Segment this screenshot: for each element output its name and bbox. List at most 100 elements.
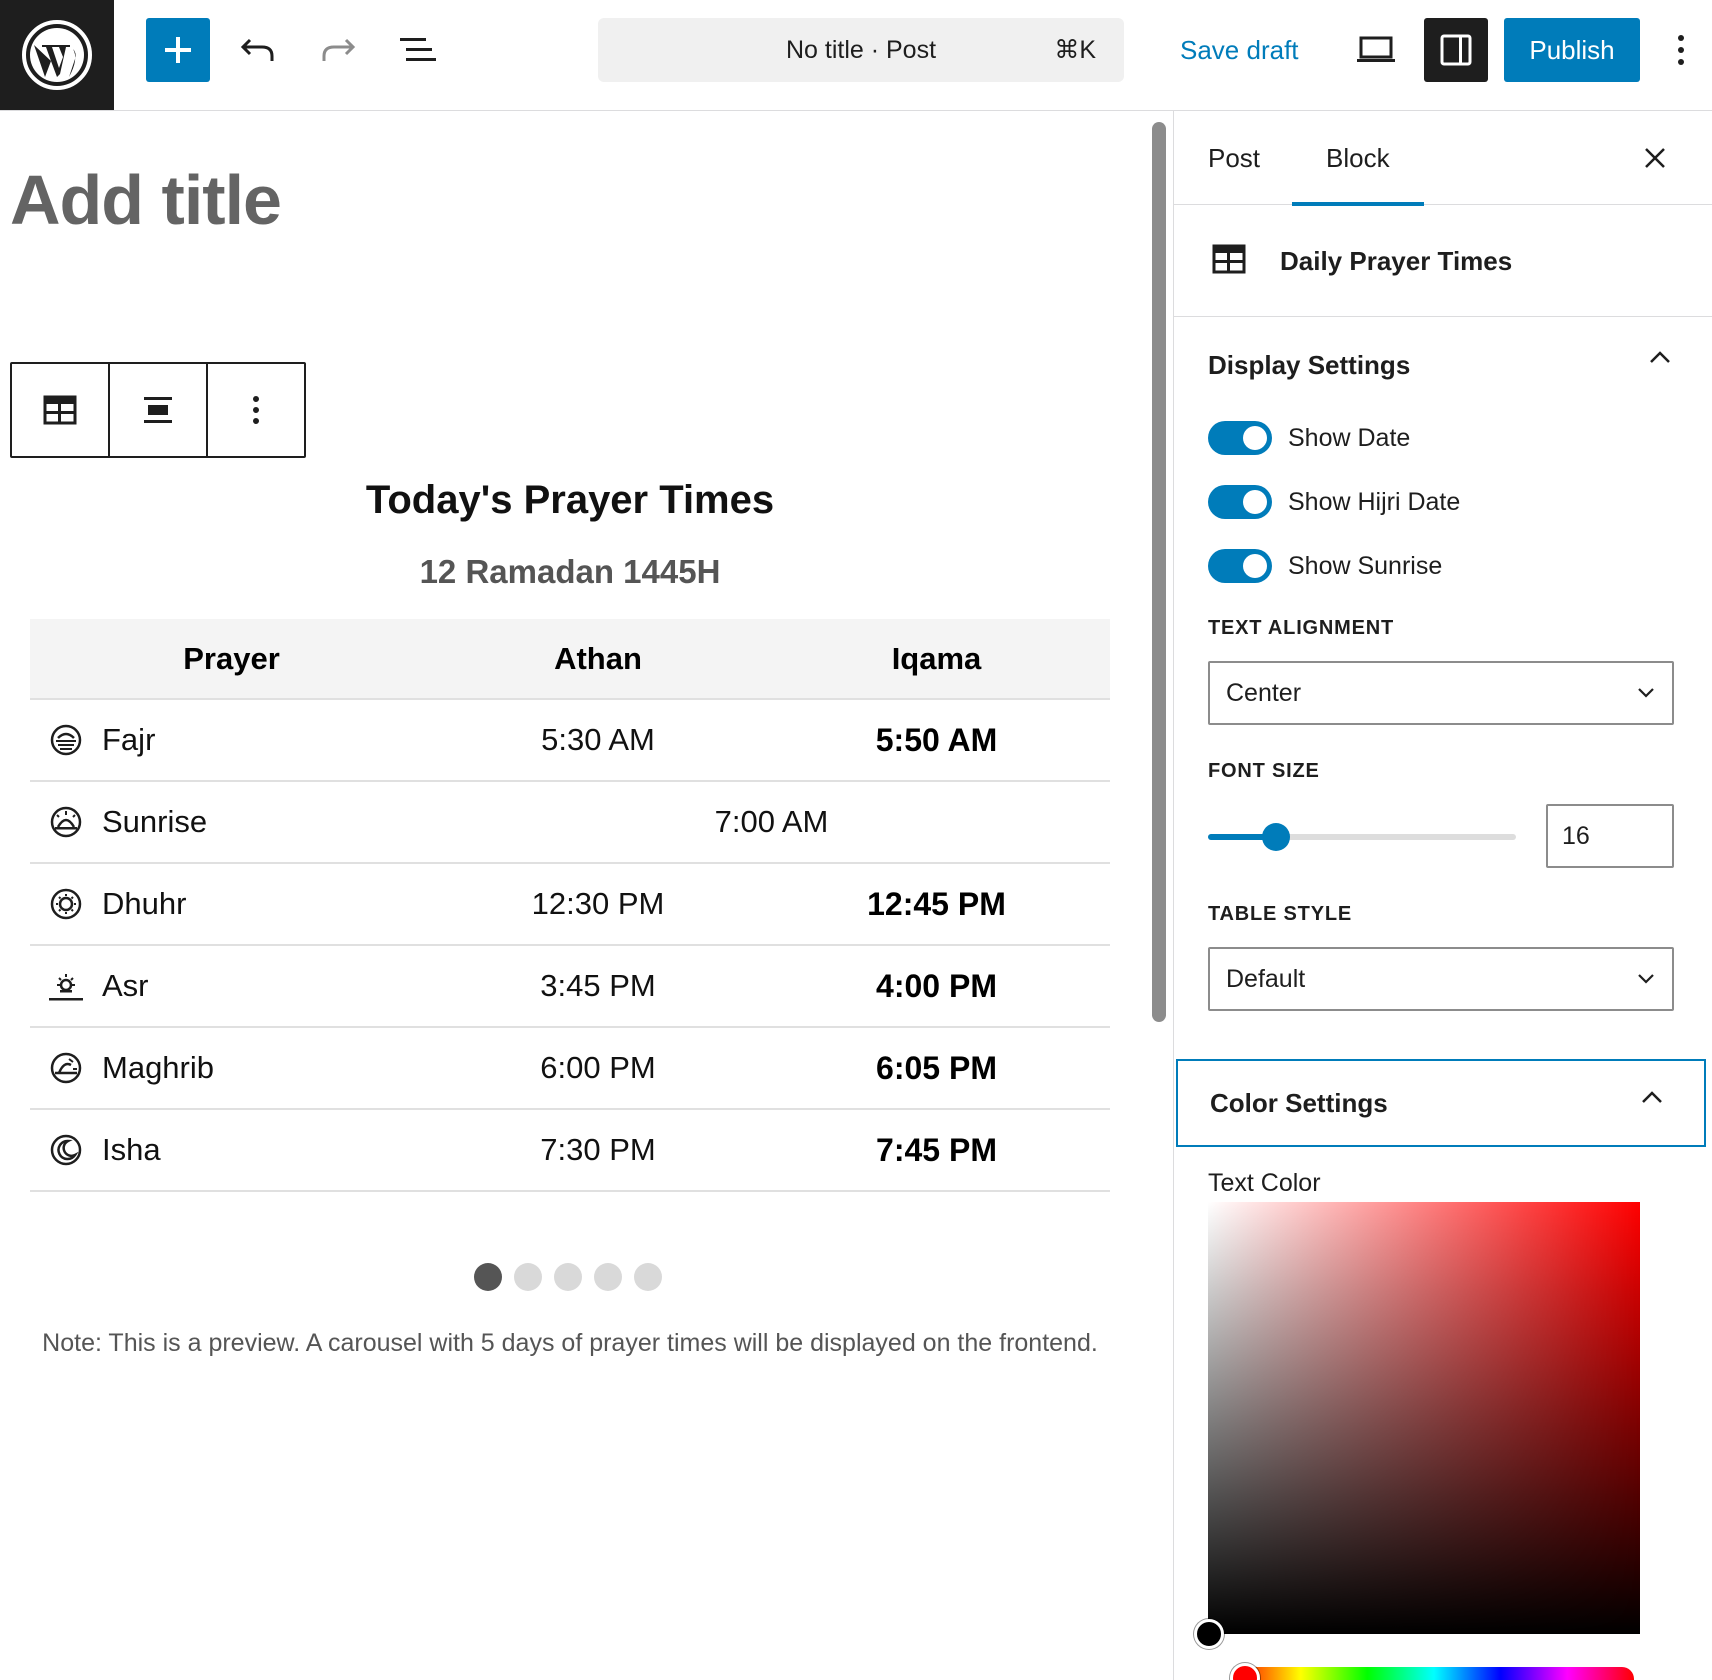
sidebar-toggle-icon <box>1440 34 1472 66</box>
settings-sidebar: Post Block Daily Prayer Times Display Se… <box>1174 111 1712 1680</box>
block-options-button[interactable] <box>208 364 304 456</box>
document-overview-button[interactable] <box>386 18 450 82</box>
display-settings-toggle[interactable]: Display Settings <box>1174 321 1712 409</box>
font-size-label: FONT SIZE <box>1208 760 1320 782</box>
color-saturation-picker[interactable] <box>1208 1202 1640 1634</box>
align-wide-icon <box>144 397 172 423</box>
close-icon <box>1645 148 1665 168</box>
prayer-name: Sunrise <box>102 804 208 839</box>
text-alignment-label: TEXT ALIGNMENT <box>1208 617 1395 639</box>
prayer-times-table: Prayer Athan Iqama Fajr 5:30 AM 5:50 AM … <box>30 619 1110 1192</box>
table-header-row: Prayer Athan Iqama <box>30 619 1110 700</box>
canvas-scrollbar[interactable] <box>1152 122 1166 1022</box>
text-alignment-select[interactable]: Center <box>1208 661 1674 725</box>
athan-time: 5:30 AM <box>541 722 655 757</box>
carousel-dots <box>474 1263 662 1291</box>
post-title-input[interactable]: Add title <box>10 160 282 240</box>
table-style-label: TABLE STYLE <box>1208 903 1352 925</box>
iqama-time: 6:05 PM <box>876 1049 997 1086</box>
maghrib-icon <box>48 1050 84 1086</box>
hue-slider-handle[interactable] <box>1230 1663 1260 1680</box>
document-title: No title · Post <box>785 35 937 64</box>
undo-button[interactable] <box>226 18 290 82</box>
isha-icon <box>48 1132 84 1168</box>
toggle-label: Show Date <box>1288 423 1411 452</box>
prayer-name: Dhuhr <box>102 886 187 921</box>
slider-thumb[interactable] <box>1261 823 1290 851</box>
toggle-row: Show Hijri Date <box>1208 482 1460 522</box>
fajr-icon <box>48 722 84 758</box>
iqama-time: 12:45 PM <box>867 885 1006 922</box>
chevron-up-icon <box>1650 351 1670 363</box>
show-sunrise-toggle[interactable] <box>1208 549 1272 583</box>
carousel-dot[interactable] <box>474 1263 502 1291</box>
table-icon <box>1212 244 1246 274</box>
panel-title: Color Settings <box>1210 1087 1388 1118</box>
carousel-dot[interactable] <box>514 1263 542 1291</box>
carousel-dot[interactable] <box>634 1263 662 1291</box>
chevron-up-icon <box>1642 1091 1662 1103</box>
add-block-button[interactable] <box>146 18 210 82</box>
wordpress-logo-icon[interactable] <box>0 0 114 110</box>
more-vertical-icon <box>1678 35 1684 65</box>
carousel-dot[interactable] <box>554 1263 582 1291</box>
prayer-times-heading: Today's Prayer Times <box>365 478 775 522</box>
sunrise-time: 7:00 AM <box>714 804 829 839</box>
undo-icon <box>240 38 274 61</box>
prayer-name: Asr <box>102 968 149 1003</box>
dhuhr-icon <box>48 886 84 922</box>
font-size-slider[interactable] <box>1208 823 1516 851</box>
document-overview-icon <box>400 38 436 61</box>
sidebar-tabs: Post Block <box>1174 111 1712 206</box>
block-toolbar <box>10 362 306 458</box>
tab-block[interactable]: Block <box>1292 111 1424 206</box>
table-row: Dhuhr 12:30 PM 12:45 PM <box>30 864 1110 946</box>
settings-sidebar-toggle[interactable] <box>1424 18 1488 82</box>
table-icon <box>43 395 77 425</box>
carousel-dot[interactable] <box>594 1263 622 1291</box>
table-style-select[interactable]: Default <box>1208 947 1674 1011</box>
hue-slider[interactable] <box>1234 1667 1634 1680</box>
command-shortcut: ⌘K <box>1054 36 1096 64</box>
block-card: Daily Prayer Times <box>1174 206 1712 317</box>
align-button[interactable] <box>110 364 208 456</box>
redo-icon <box>322 38 356 61</box>
preview-note: Note: This is a preview. A carousel with… <box>42 1329 1098 1357</box>
table-row: Sunrise 7:00 AM <box>30 782 1110 864</box>
color-picker-handle[interactable] <box>1194 1619 1224 1649</box>
table-row: Maghrib 6:00 PM 6:05 PM <box>30 1028 1110 1110</box>
toggle-label: Show Hijri Date <box>1288 487 1461 516</box>
tab-block-label: Block <box>1326 142 1390 173</box>
toggle-row: Show Sunrise <box>1208 546 1442 586</box>
table-row: Fajr 5:30 AM 5:50 AM <box>30 700 1110 782</box>
athan-time: 7:30 PM <box>540 1132 656 1167</box>
athan-time: 12:30 PM <box>531 886 665 921</box>
save-draft-button[interactable]: Save draft <box>1170 18 1309 82</box>
options-menu-button[interactable] <box>1656 18 1706 82</box>
prayer-name: Maghrib <box>102 1050 214 1085</box>
panel-title: Display Settings <box>1208 349 1411 380</box>
redo-button[interactable] <box>306 18 370 82</box>
close-sidebar-button[interactable] <box>1630 133 1680 183</box>
toggle-label: Show Sunrise <box>1288 551 1443 580</box>
font-size-input[interactable]: 16 <box>1546 804 1674 868</box>
toggle-row: Show Date <box>1208 418 1410 458</box>
show-date-toggle[interactable] <box>1208 421 1272 455</box>
athan-time: 3:45 PM <box>540 968 656 1003</box>
athan-time: 6:00 PM <box>540 1050 656 1085</box>
column-header-athan: Athan <box>554 640 642 676</box>
iqama-time: 4:00 PM <box>876 967 997 1004</box>
tab-post[interactable]: Post <box>1208 111 1260 205</box>
block-name: Daily Prayer Times <box>1280 245 1513 276</box>
preview-button[interactable] <box>1344 18 1408 82</box>
table-row: Asr 3:45 PM 4:00 PM <box>30 946 1110 1028</box>
color-settings-toggle[interactable]: Color Settings <box>1176 1059 1706 1147</box>
column-header-iqama: Iqama <box>891 640 982 676</box>
command-palette-bar[interactable]: No title · Post ⌘K <box>598 18 1124 82</box>
asr-icon <box>48 968 84 1004</box>
publish-button[interactable]: Publish <box>1504 18 1640 82</box>
plus-icon <box>165 37 191 63</box>
hijri-date: 12 Ramadan 1445H <box>419 553 721 590</box>
show-hijri-date-toggle[interactable] <box>1208 485 1272 519</box>
block-type-button[interactable] <box>12 364 110 456</box>
